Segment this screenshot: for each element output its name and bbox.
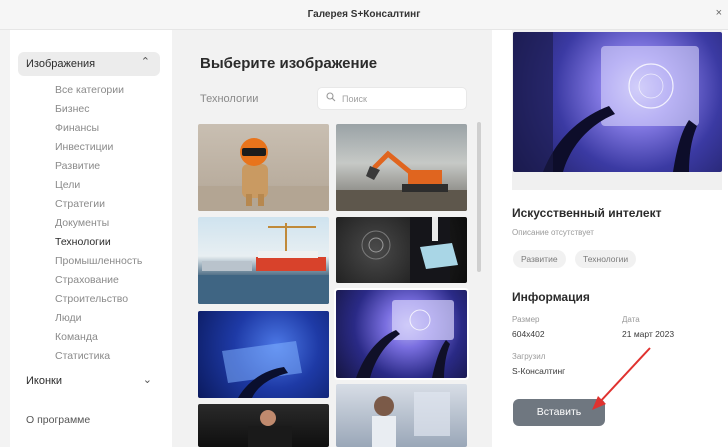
sidebar-item-investments[interactable]: Инвестиции (55, 141, 113, 153)
sidebar-item-construction[interactable]: Строительство (55, 293, 128, 305)
page-title: Выберите изображение (200, 55, 378, 72)
sidebar-item-team[interactable]: Команда (55, 331, 98, 343)
chevron-down-icon[interactable]: ⌄ (143, 373, 152, 386)
sidebar-item-goals[interactable]: Цели (55, 179, 80, 191)
search-box[interactable] (317, 87, 467, 110)
about-link[interactable]: О программе (26, 414, 90, 426)
sidebar-group-icons-label: Иконки (26, 375, 62, 387)
image-title: Искусственный интелект (512, 206, 662, 220)
uploaded-label: Загрузил (512, 352, 546, 361)
info-heading: Информация (512, 290, 590, 304)
sidebar-item-documents[interactable]: Документы (55, 217, 109, 229)
sidebar-group-images[interactable]: Изображения ⌃ (18, 52, 160, 76)
search-input[interactable] (342, 91, 460, 107)
thumbnail-dog-helmet[interactable] (198, 124, 329, 211)
thumbnail-blue-screen[interactable] (198, 311, 329, 398)
sidebar-item-technologies[interactable]: Технологии (55, 236, 111, 248)
tag-technologies[interactable]: Технологии (575, 250, 637, 268)
thumbnail-woman-screen[interactable] (336, 384, 467, 447)
tag-development[interactable]: Развитие (513, 250, 566, 268)
sidebar-item-business[interactable]: Бизнес (55, 103, 89, 115)
sidebar-item-all[interactable]: Все категории (55, 84, 124, 96)
search-icon (326, 92, 336, 105)
preview-image (513, 32, 722, 172)
uploaded-value: S-Консалтинг (512, 366, 566, 376)
thumbnail-excavator[interactable] (336, 124, 467, 211)
sidebar-group-label: Изображения (26, 58, 96, 70)
gallery-scrollbar[interactable] (477, 122, 481, 272)
date-value: 21 март 2023 (622, 329, 675, 339)
size-label: Размер (512, 315, 540, 324)
thumbnail-tablet-tech[interactable] (336, 217, 467, 283)
sidebar-item-insurance[interactable]: Страхование (55, 274, 119, 286)
sidebar-group-icons[interactable]: Иконки ⌄ (26, 374, 160, 390)
sidebar-item-industry[interactable]: Промышленность (55, 255, 142, 267)
image-description: Описание отсутствует (512, 228, 594, 237)
date-label: Дата (622, 315, 640, 324)
sidebar-item-people[interactable]: Люди (55, 312, 82, 324)
thumbnail-dark-hands[interactable] (198, 404, 329, 447)
chevron-up-icon[interactable]: ⌃ (141, 55, 150, 68)
size-value: 604x402 (512, 329, 545, 339)
window-title: Галерея S+Консалтинг (307, 9, 421, 20)
sidebar-item-statistics[interactable]: Статистика (55, 350, 110, 362)
left-gutter (0, 30, 10, 447)
sidebar-item-development[interactable]: Развитие (55, 160, 100, 172)
sidebar-item-strategies[interactable]: Стратегии (55, 198, 105, 210)
close-icon[interactable]: × (716, 7, 722, 19)
sidebar-item-finance[interactable]: Финансы (55, 122, 99, 134)
breadcrumb: Технологии (200, 93, 259, 105)
window-titlebar: Галерея S+Консалтинг × (0, 0, 728, 30)
thumbnail-cargo-ship[interactable] (198, 217, 329, 304)
insert-button[interactable]: Вставить (513, 399, 605, 426)
thumbnail-ai-hand[interactable] (334, 288, 469, 380)
